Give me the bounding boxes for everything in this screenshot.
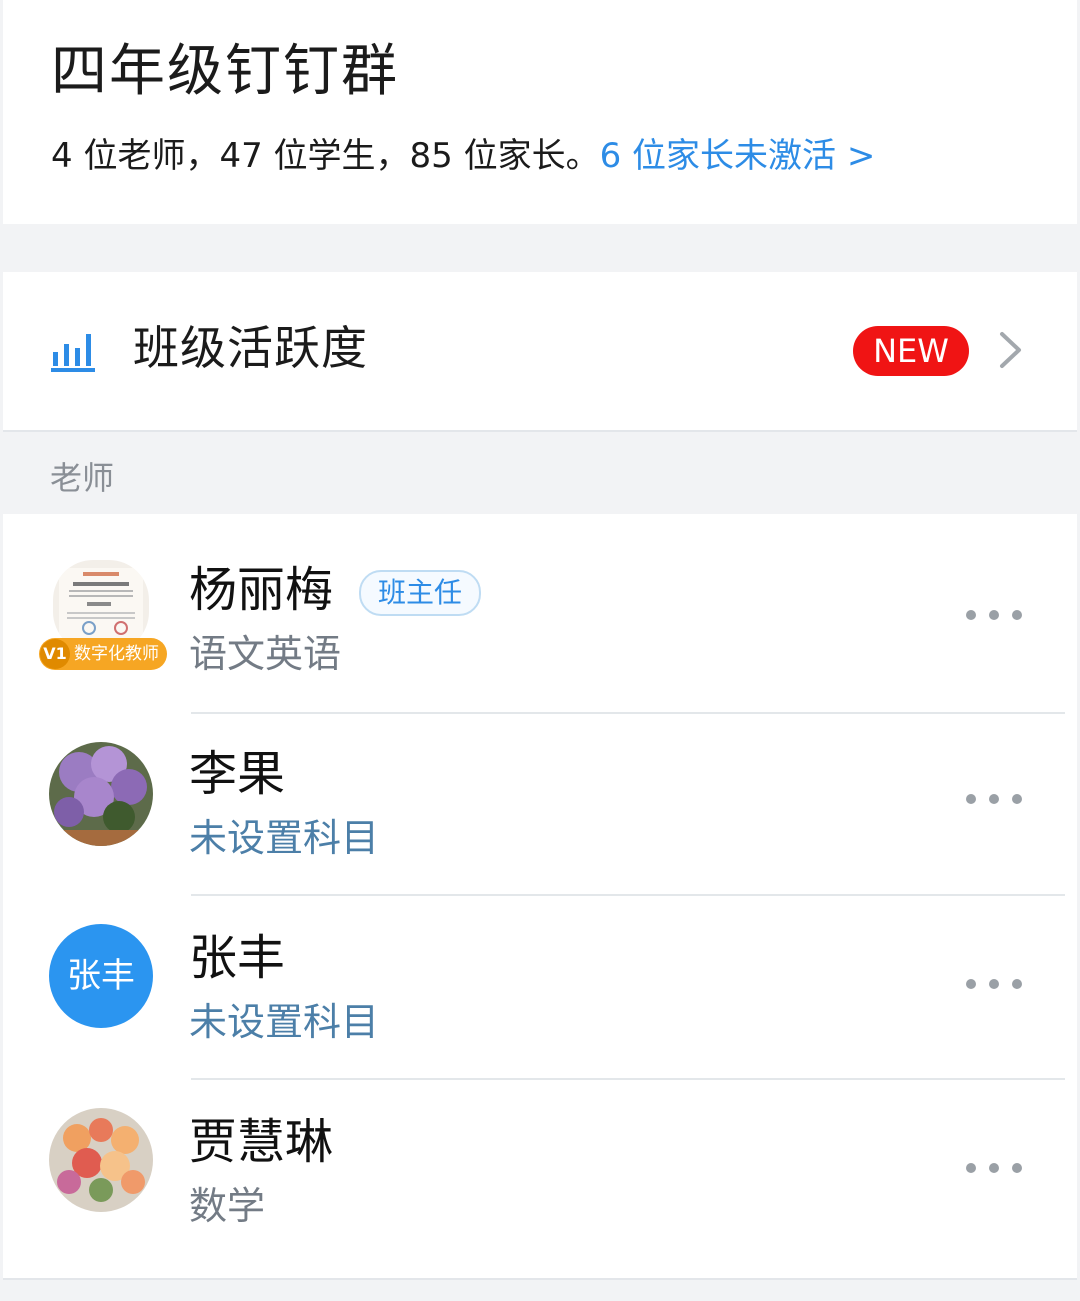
avatar-lilac-photo[interactable]: [49, 742, 153, 846]
teacher-row-yang-limei[interactable]: V1 数字化教师 杨丽梅 班主任 语文英语: [3, 514, 1077, 714]
head-teacher-tag: 班主任: [359, 570, 481, 616]
teacher-subject: 未设置科目: [189, 816, 380, 860]
teacher-name: 张丰: [189, 930, 286, 986]
more-icon[interactable]: [965, 978, 1023, 990]
new-badge: NEW: [853, 326, 969, 376]
group-members-page: 四年级钉钉群 4 位老师，47 位学生，85 位家长。6 位家长未激活 > 班级…: [0, 0, 1080, 1301]
chevron-right-icon: [1000, 332, 1021, 368]
avatar-flower-bouquet-photo[interactable]: [49, 1108, 153, 1212]
teacher-subject: 数学: [189, 1184, 266, 1228]
group-stats: 4 位老师，47 位学生，85 位家长。6 位家长未激活 >: [51, 130, 875, 182]
digital-teacher-badge: V1 数字化教师: [39, 638, 167, 670]
class-activity-label: 班级活跃度: [133, 321, 368, 375]
teacher-name: 贾慧琳: [189, 1114, 334, 1170]
teachers-section-label: 老师: [50, 459, 115, 497]
avatar-initials[interactable]: 张丰: [49, 924, 153, 1028]
badge-text: 数字化教师: [74, 644, 159, 664]
teacher-name: 李果: [189, 746, 286, 802]
teacher-row-li-guo[interactable]: 李果 未设置科目: [3, 714, 1077, 896]
group-header: 四年级钉钉群 4 位老师，47 位学生，85 位家长。6 位家长未激活 >: [3, 0, 1077, 224]
section-divider: [3, 1278, 1077, 1280]
more-icon[interactable]: [965, 1162, 1023, 1174]
more-icon[interactable]: [965, 793, 1023, 805]
teacher-list: V1 数字化教师 杨丽梅 班主任 语文英语 李果 未设置科目 张丰 张丰 未设置…: [3, 514, 1077, 1278]
bar-chart-icon: [51, 334, 95, 372]
lilac-photo: [49, 742, 153, 846]
group-title: 四年级钉钉群: [51, 39, 399, 104]
teacher-row-zhang-feng[interactable]: 张丰 张丰 未设置科目: [3, 896, 1077, 1080]
teacher-name: 杨丽梅: [189, 562, 334, 618]
inactive-parents-link[interactable]: 6 位家长未激活 >: [600, 136, 876, 176]
teacher-subject: 语文英语: [189, 632, 342, 676]
class-activity-row[interactable]: 班级活跃度 NEW: [3, 272, 1077, 432]
more-icon[interactable]: [965, 609, 1023, 621]
badge-level: V1: [40, 639, 70, 669]
member-counts: 4 位老师，47 位学生，85 位家长。: [51, 136, 600, 176]
teacher-row-jia-huilin[interactable]: 贾慧琳 数学: [3, 1080, 1077, 1278]
teacher-subject: 未设置科目: [189, 1000, 380, 1044]
flower-bouquet-photo: [49, 1108, 153, 1212]
